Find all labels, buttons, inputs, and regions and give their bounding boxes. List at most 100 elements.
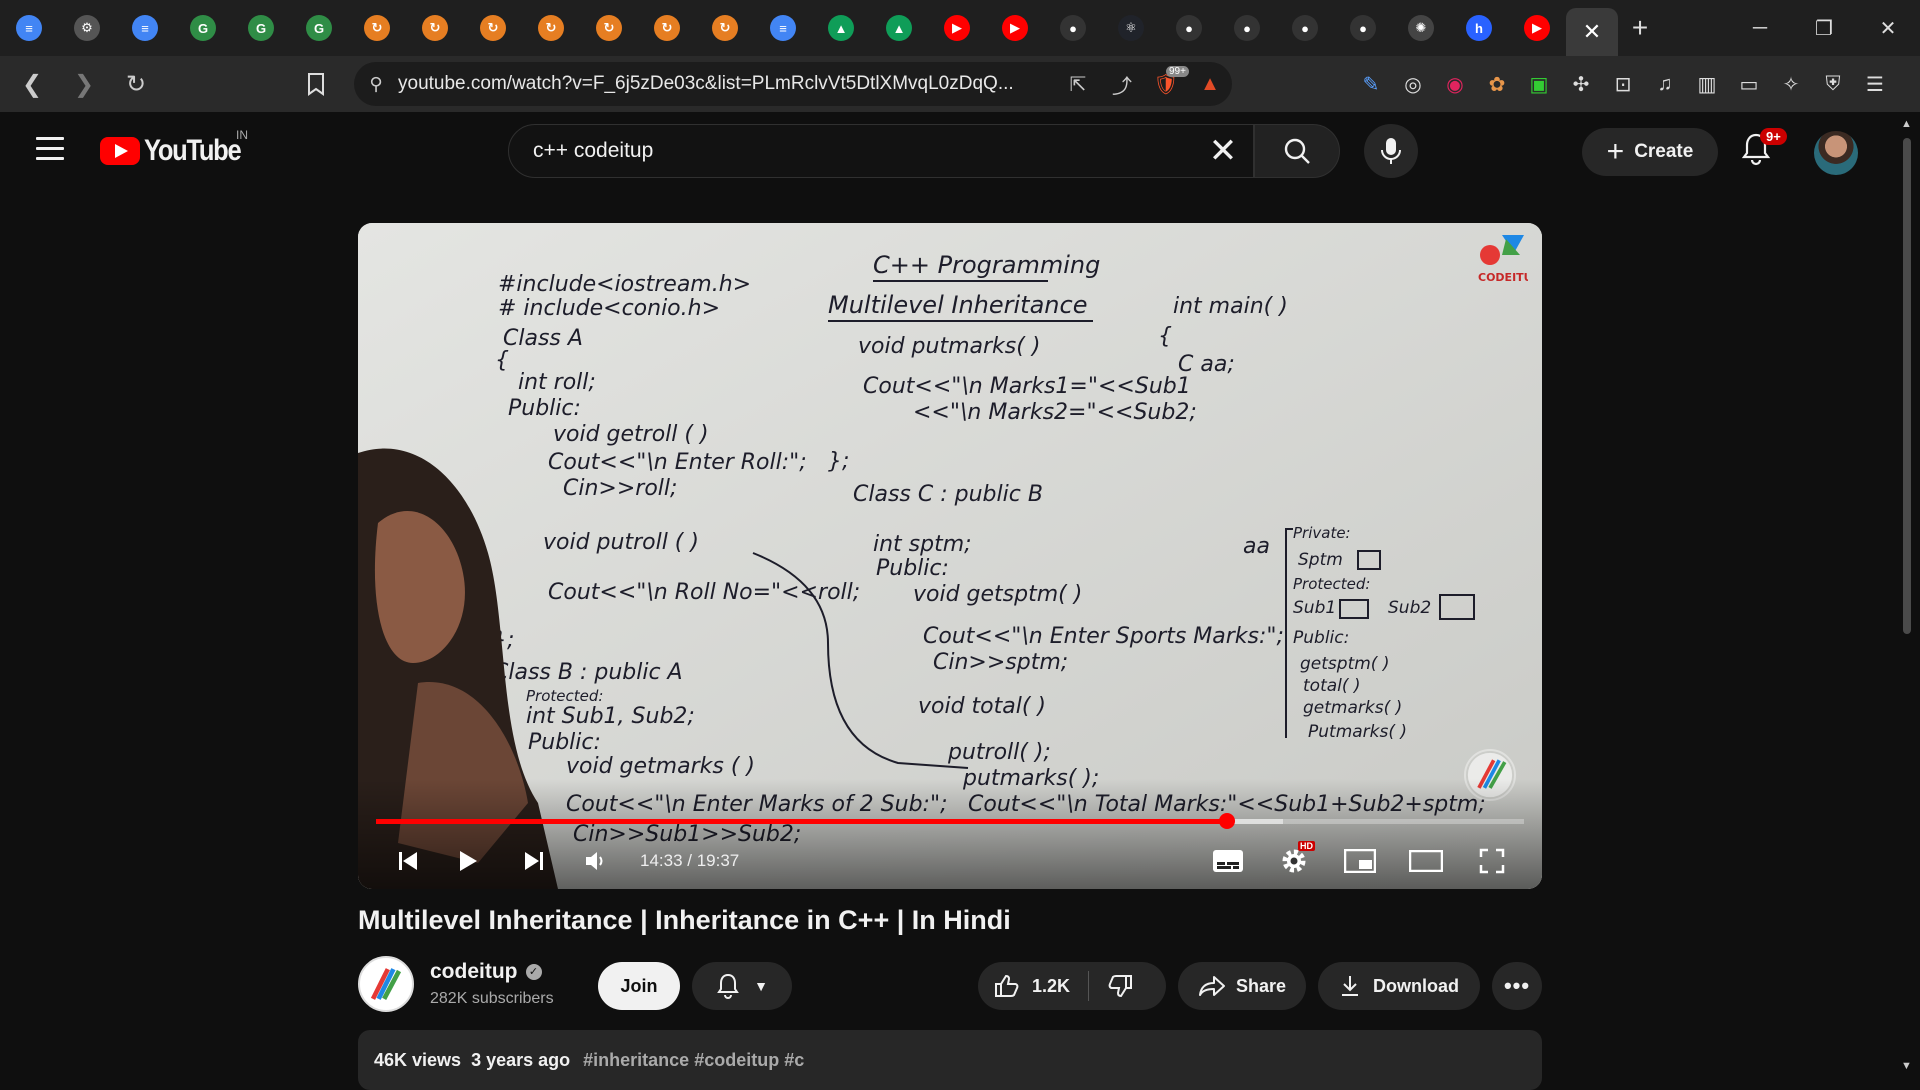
more-actions-button[interactable]: ••• [1492, 962, 1542, 1010]
fullscreen-icon[interactable] [1470, 839, 1514, 883]
target-extension-icon[interactable]: ◎ [1392, 56, 1434, 112]
browser-tab[interactable]: ● [1044, 0, 1102, 56]
vpn-icon[interactable]: ⛨ [1812, 56, 1854, 112]
youtube-header: YouTube IN c++ codeitup ✕ + Create 9+ [0, 112, 1920, 190]
like-button[interactable]: 1.2K [994, 974, 1070, 998]
forward-icon[interactable]: ❯ [64, 64, 104, 104]
browser-tab[interactable]: ⚛ [1102, 0, 1160, 56]
channel-name-text[interactable]: codeitup [430, 960, 518, 983]
browser-tab[interactable]: G [232, 0, 290, 56]
url-text[interactable]: youtube.com/watch?v=F_6j5zDe03c&list=PLm… [398, 73, 1056, 95]
reload-icon[interactable]: ↻ [116, 64, 156, 104]
subscription-notifications-button[interactable]: ▼ [692, 962, 792, 1010]
browser-tab[interactable]: ↻ [638, 0, 696, 56]
svg-text:total( ): total( ) [1303, 676, 1361, 696]
bookmark-icon[interactable] [296, 64, 336, 104]
clear-search-icon[interactable]: ✕ [1193, 131, 1253, 171]
browser-tab[interactable]: ● [1160, 0, 1218, 56]
browser-tab[interactable]: ≡ [754, 0, 812, 56]
media-control-icon[interactable]: ♫ [1644, 56, 1686, 112]
restore-icon[interactable]: ❐ [1792, 0, 1856, 56]
search-query[interactable]: c++ codeitup [509, 139, 1193, 163]
browser-tab[interactable]: ≡ [116, 0, 174, 56]
browser-tab[interactable]: ● [1276, 0, 1334, 56]
open-in-app-icon[interactable]: ⇱ [1056, 72, 1100, 97]
youtube-logo[interactable]: YouTube IN [100, 128, 257, 168]
subtitles-icon[interactable] [1206, 839, 1250, 883]
browser-tab[interactable]: h [1450, 0, 1508, 56]
terminal-extension-icon[interactable]: ▣ [1518, 56, 1560, 112]
progress-bar[interactable] [376, 813, 1524, 829]
description-box[interactable]: 46K views 3 years ago #inheritance #code… [358, 1030, 1542, 1090]
wallet-icon[interactable]: ▭ [1728, 56, 1770, 112]
download-button[interactable]: Download [1318, 962, 1480, 1010]
browser-tab[interactable]: ↻ [522, 0, 580, 56]
next-icon[interactable] [514, 839, 554, 883]
back-icon[interactable]: ❮ [12, 64, 52, 104]
browser-tab[interactable]: ↻ [406, 0, 464, 56]
share-button[interactable]: Share [1178, 962, 1306, 1010]
cookie-extension-icon[interactable]: ✿ [1476, 56, 1518, 112]
theater-mode-icon[interactable] [1404, 839, 1448, 883]
scrollbar-thumb[interactable] [1903, 138, 1911, 634]
guide-menu-icon[interactable] [36, 137, 64, 161]
brave-shields-badge: 99+ [1166, 65, 1189, 77]
browser-tab[interactable]: G [290, 0, 348, 56]
play-icon[interactable] [448, 839, 488, 883]
browser-tab[interactable]: G [174, 0, 232, 56]
leo-ai-icon[interactable]: ✧ [1770, 56, 1812, 112]
browser-tab[interactable]: ⚙ [58, 0, 116, 56]
scroll-up-icon[interactable]: ▲ [1901, 118, 1912, 130]
browser-tab[interactable]: ✺ [1392, 0, 1450, 56]
browser-tab[interactable]: ▶ [928, 0, 986, 56]
browser-menu-icon[interactable]: ☰ [1854, 56, 1896, 112]
brave-rewards-icon[interactable]: ▲ [1188, 73, 1232, 96]
browser-tab[interactable]: ↻ [464, 0, 522, 56]
site-info-icon[interactable]: ⚲ [354, 74, 398, 95]
search-input[interactable]: c++ codeitup ✕ [508, 124, 1254, 178]
scroll-down-icon[interactable]: ▼ [1901, 1060, 1912, 1072]
page-scrollbar[interactable]: ▲ ▼ [1894, 112, 1920, 1080]
join-button[interactable]: Join [598, 962, 680, 1010]
volume-icon[interactable] [576, 839, 616, 883]
like-count: 1.2K [1032, 975, 1071, 996]
window-close-icon[interactable]: ✕ [1856, 0, 1920, 56]
sidebar-toggle-icon[interactable]: ▥ [1686, 56, 1728, 112]
channel-avatar[interactable] [358, 956, 414, 1012]
browser-tab[interactable]: ↻ [696, 0, 754, 56]
create-button[interactable]: + Create [1582, 128, 1718, 176]
country-code: IN [236, 128, 248, 142]
address-bar[interactable]: ⚲ youtube.com/watch?v=F_6j5zDe03c&list=P… [354, 62, 1232, 106]
brave-shields-icon[interactable]: 🛡 99+ [1144, 65, 1189, 97]
minimize-icon[interactable]: ─ [1728, 0, 1792, 56]
browser-tab[interactable]: ▲ [870, 0, 928, 56]
browser-tab[interactable]: ↻ [348, 0, 406, 56]
music-extension-icon[interactable]: ◉ [1434, 56, 1476, 112]
svg-text:int main( ): int main( ) [1173, 294, 1288, 319]
miniplayer-icon[interactable] [1338, 839, 1382, 883]
close-tab-icon[interactable]: ✕ [1583, 19, 1601, 45]
share-icon[interactable]: ⤴ [1100, 70, 1144, 99]
new-tab-button[interactable]: + [1618, 0, 1662, 56]
browser-tab[interactable]: ▶ [986, 0, 1044, 56]
active-tab[interactable]: ✕ [1566, 8, 1618, 56]
browser-tab[interactable]: ▲ [812, 0, 870, 56]
dislike-button[interactable] [1107, 974, 1133, 998]
hashtags[interactable]: #inheritance #codeitup #c [583, 1050, 804, 1070]
browser-tab[interactable]: ● [1334, 0, 1392, 56]
video-player[interactable]: #include<iostream.h> # include<conio.h> … [358, 223, 1542, 889]
previous-icon[interactable] [388, 839, 428, 883]
extensions-puzzle-icon[interactable]: ✣ [1560, 56, 1602, 112]
account-avatar[interactable] [1814, 131, 1858, 175]
channel-name[interactable]: codeitup ✓ [430, 960, 542, 984]
settings-icon[interactable]: HD [1272, 839, 1316, 883]
browser-tab[interactable]: ↻ [580, 0, 638, 56]
voice-search-button[interactable] [1364, 124, 1418, 178]
pen-extension-icon[interactable]: ✎ [1350, 56, 1392, 112]
browser-tab[interactable]: ● [1218, 0, 1276, 56]
browser-tab[interactable]: ▶ [1508, 0, 1566, 56]
search-button[interactable] [1254, 124, 1340, 178]
notifications-button[interactable]: 9+ [1740, 128, 1787, 172]
browser-tab[interactable]: ≡ [0, 0, 58, 56]
screenshot-extension-icon[interactable]: ⊡ [1602, 56, 1644, 112]
